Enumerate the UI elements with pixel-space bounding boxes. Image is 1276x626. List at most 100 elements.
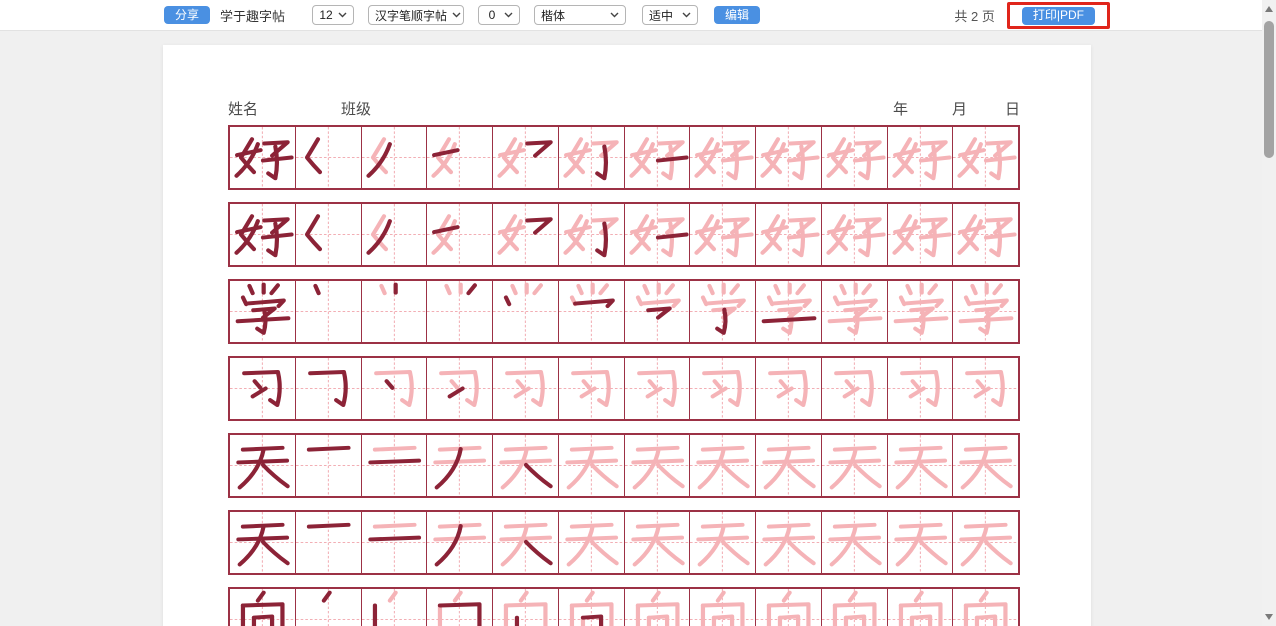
grid-cell bbox=[295, 589, 361, 626]
grid-cell bbox=[295, 204, 361, 265]
scroll-up-icon[interactable] bbox=[1265, 6, 1273, 12]
cell-character bbox=[625, 358, 690, 419]
cell-character bbox=[953, 358, 1018, 419]
grid-cell bbox=[689, 204, 755, 265]
grid-cell bbox=[952, 127, 1018, 188]
print-pdf-button[interactable]: 打印|PDF bbox=[1022, 7, 1095, 25]
cell-character bbox=[822, 589, 887, 626]
cell-character bbox=[362, 127, 427, 188]
grid-cell bbox=[361, 281, 427, 342]
cell-character bbox=[427, 281, 492, 342]
chevron-down-icon bbox=[682, 12, 691, 18]
cell-character bbox=[953, 127, 1018, 188]
font-style-value: 楷体 bbox=[541, 7, 605, 24]
cell-character bbox=[427, 589, 492, 626]
grid-cell bbox=[558, 281, 624, 342]
cell-character bbox=[888, 204, 953, 265]
font-style-select[interactable]: 楷体 bbox=[534, 5, 626, 25]
practice-row bbox=[228, 433, 1020, 498]
cell-character bbox=[296, 127, 361, 188]
grid-cell bbox=[361, 204, 427, 265]
font-size-value: 12 bbox=[319, 8, 333, 22]
grid-cell bbox=[426, 127, 492, 188]
cell-character bbox=[362, 435, 427, 496]
cell-character bbox=[625, 589, 690, 626]
density-value: 适中 bbox=[649, 7, 677, 24]
grid-cell bbox=[230, 589, 295, 626]
grid-cell bbox=[952, 589, 1018, 626]
cell-character bbox=[822, 281, 887, 342]
class-label: 班级 bbox=[341, 98, 371, 119]
cell-character bbox=[822, 512, 887, 573]
cell-character bbox=[625, 512, 690, 573]
cell-character bbox=[427, 358, 492, 419]
cell-character bbox=[690, 589, 755, 626]
cell-character bbox=[296, 589, 361, 626]
grid-cell bbox=[689, 127, 755, 188]
edit-button[interactable]: 编辑 bbox=[714, 6, 760, 24]
cell-character bbox=[953, 589, 1018, 626]
cell-character bbox=[296, 512, 361, 573]
cell-character bbox=[493, 204, 558, 265]
scrollbar-thumb[interactable] bbox=[1264, 21, 1274, 158]
cell-character bbox=[296, 204, 361, 265]
grid-cell bbox=[558, 127, 624, 188]
grid-cell bbox=[755, 204, 821, 265]
chevron-down-icon bbox=[610, 12, 619, 18]
cell-character bbox=[559, 358, 624, 419]
grid-cell bbox=[361, 358, 427, 419]
font-size-select[interactable]: 12 bbox=[312, 5, 354, 25]
grid-cell bbox=[755, 589, 821, 626]
cell-character bbox=[493, 589, 558, 626]
cell-character bbox=[690, 204, 755, 265]
cell-character bbox=[362, 281, 427, 342]
practice-row bbox=[228, 279, 1020, 344]
grid-cell bbox=[821, 127, 887, 188]
cell-character bbox=[230, 358, 295, 419]
grid-cell bbox=[361, 435, 427, 496]
worksheet-paper: 姓名 班级 年 月 日 bbox=[163, 45, 1091, 626]
grid-cell bbox=[624, 281, 690, 342]
grid-cell bbox=[492, 358, 558, 419]
grid-cell bbox=[821, 512, 887, 573]
grid-cell bbox=[821, 589, 887, 626]
grid-cell bbox=[624, 358, 690, 419]
scrollbar[interactable] bbox=[1262, 0, 1276, 626]
cell-character bbox=[953, 281, 1018, 342]
cell-character bbox=[296, 281, 361, 342]
grid-cell bbox=[558, 512, 624, 573]
grid-cell bbox=[887, 127, 953, 188]
grid-cell bbox=[624, 435, 690, 496]
grid-cell bbox=[821, 204, 887, 265]
cell-character bbox=[888, 127, 953, 188]
cell-character bbox=[296, 435, 361, 496]
share-button[interactable]: 分享 bbox=[164, 6, 210, 24]
cell-character bbox=[625, 435, 690, 496]
cell-character bbox=[559, 204, 624, 265]
template-select[interactable]: 汉字笔顺字帖 bbox=[368, 5, 464, 25]
grid-cell bbox=[295, 435, 361, 496]
site-title: 学于趣字帖 bbox=[220, 6, 296, 25]
grid-cell bbox=[755, 127, 821, 188]
cell-character bbox=[230, 204, 295, 265]
cell-character bbox=[427, 204, 492, 265]
name-label: 姓名 bbox=[228, 98, 258, 119]
grid-cell bbox=[755, 512, 821, 573]
cell-character bbox=[559, 435, 624, 496]
cell-character bbox=[756, 589, 821, 626]
grid-extra-value: 0 bbox=[485, 8, 499, 22]
sheet-header: 姓名 班级 年 月 日 bbox=[228, 98, 1020, 119]
grid-cell bbox=[361, 589, 427, 626]
cell-character bbox=[625, 204, 690, 265]
month-label: 月 bbox=[952, 98, 967, 119]
grid-cell bbox=[952, 281, 1018, 342]
density-select[interactable]: 适中 bbox=[642, 5, 698, 25]
grid-cell bbox=[624, 127, 690, 188]
cell-character bbox=[888, 589, 953, 626]
grid-cell bbox=[295, 512, 361, 573]
grid-extra-select[interactable]: 0 bbox=[478, 5, 520, 25]
scroll-down-icon[interactable] bbox=[1265, 614, 1273, 620]
grid-cell bbox=[230, 204, 295, 265]
cell-character bbox=[756, 127, 821, 188]
grid-cell bbox=[887, 589, 953, 626]
